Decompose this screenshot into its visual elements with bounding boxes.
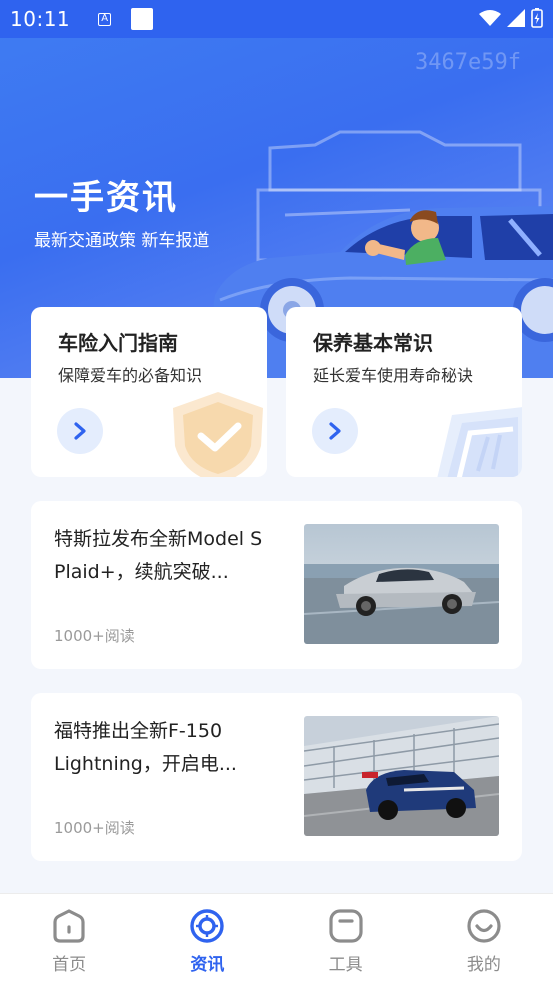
tab-label: 资讯 xyxy=(190,955,225,975)
news-thumbnail xyxy=(304,524,499,644)
home-icon xyxy=(53,909,85,943)
guide-title: 保养基本常识 xyxy=(313,331,433,355)
news-title: 福特推出全新F-150 Lightning，开启电... xyxy=(54,720,237,775)
chevron-right-icon xyxy=(74,422,86,440)
news-read-count: 1000+阅读 xyxy=(54,819,135,837)
news-thumbnail xyxy=(304,716,499,836)
tab-profile[interactable]: 我的 xyxy=(415,894,553,984)
news-icon xyxy=(190,909,225,943)
book-icon xyxy=(437,407,522,477)
silver-sedan-image xyxy=(304,524,499,644)
status-bar: 10:11 A xyxy=(0,0,553,38)
signal-icon xyxy=(507,9,525,27)
guide-open-button[interactable] xyxy=(57,408,103,454)
chevron-right-icon xyxy=(329,422,341,440)
news-item[interactable]: 特斯拉发布全新Model S Plaid+，续航突破... 1000+阅读 xyxy=(31,501,522,669)
race-car-image xyxy=(304,716,499,836)
shield-check-icon xyxy=(173,392,263,477)
guide-card-insurance[interactable]: 车险入门指南 保障爱车的必备知识 xyxy=(31,307,267,477)
tools-icon xyxy=(329,909,363,943)
guide-card-maintenance[interactable]: 保养基本常识 延长爱车使用寿命秘诀 xyxy=(286,307,522,477)
keyboard-notification-icon: A xyxy=(98,12,112,26)
page-title: 一手资讯 xyxy=(34,178,178,218)
news-title: 特斯拉发布全新Model S Plaid+，续航突破... xyxy=(54,528,263,583)
wifi-icon xyxy=(479,10,501,26)
tab-tools[interactable]: 工具 xyxy=(277,894,415,984)
guide-title: 车险入门指南 xyxy=(58,331,178,355)
battery-icon xyxy=(531,8,543,28)
profile-icon xyxy=(467,909,501,943)
guide-open-button[interactable] xyxy=(312,408,358,454)
notification-square-icon xyxy=(131,8,154,30)
tab-home[interactable]: 首页 xyxy=(0,894,138,984)
tab-news[interactable]: 资讯 xyxy=(138,894,276,984)
guide-subtitle: 保障爱车的必备知识 xyxy=(58,366,203,385)
tab-label: 我的 xyxy=(466,955,501,975)
guide-subtitle: 延长爱车使用寿命秘诀 xyxy=(313,366,474,385)
news-item[interactable]: 福特推出全新F-150 Lightning，开启电... 1000+阅读 xyxy=(31,693,522,861)
tab-label: 工具 xyxy=(328,955,363,975)
news-read-count: 1000+阅读 xyxy=(54,627,135,645)
status-time: 10:11 xyxy=(10,7,71,31)
bottom-tab-bar: 首页 资讯 工具 我的 xyxy=(0,893,553,984)
tab-label: 首页 xyxy=(52,955,87,975)
watermark-hash: 3467e59f xyxy=(415,50,521,75)
page-subtitle: 最新交通政策 新车报道 xyxy=(34,231,210,251)
